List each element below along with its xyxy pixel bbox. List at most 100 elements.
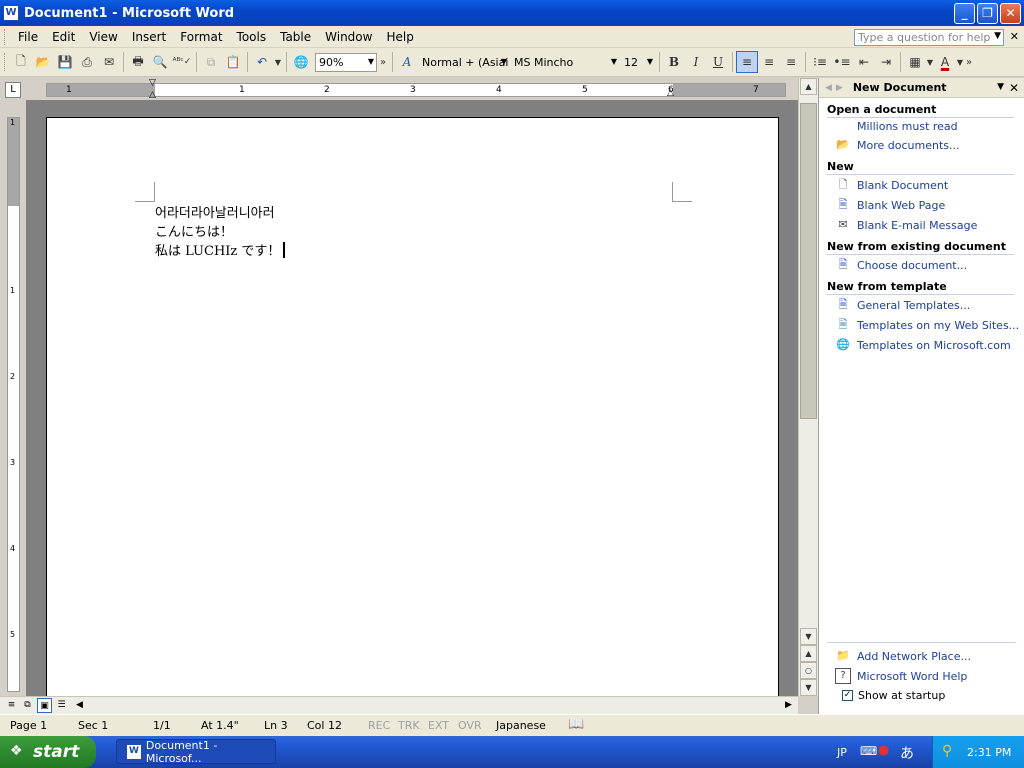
increase-indent-icon[interactable]: ⇥ [875,51,897,73]
undo-dropdown-icon[interactable]: ▼ [273,51,283,73]
blank-email-link[interactable]: ✉ Blank E-mail Message [835,215,1024,235]
italic-button[interactable]: I [685,51,707,73]
ime-input-mode[interactable]: あ [900,743,914,763]
microsoft-templates-link[interactable]: 🌐 Templates on Microsoft.com [835,335,1024,355]
menubar-grip[interactable] [4,28,7,45]
font-color-button[interactable]: A [934,51,956,73]
outline-view-icon[interactable]: ☰ [54,698,69,713]
taskbar-item-word[interactable]: W Document1 - Microsof... [116,739,276,765]
copy-icon[interactable]: ⧉ [200,51,222,73]
menu-file[interactable]: File [11,30,45,44]
web-site-templates-link[interactable]: 🗎 Templates on my Web Sites... [835,315,1024,335]
menu-insert[interactable]: Insert [125,30,173,44]
decrease-indent-icon[interactable]: ⇤ [853,51,875,73]
print-icon[interactable]: 🖶 [127,51,149,73]
recent-document-link[interactable]: Millions must read [835,118,1024,135]
undo-icon[interactable]: ↶ [251,51,273,73]
close-button[interactable]: ✕ [1000,3,1021,24]
close-document-button[interactable]: ✕ [1010,30,1019,43]
scroll-left-icon[interactable]: ◀ [72,698,87,713]
document-body[interactable]: 어라더라아날러니아러 こんにちは！ 私は LUCHIz です！ [155,204,286,261]
align-center-icon[interactable]: ≡ [758,51,780,73]
menu-edit[interactable]: Edit [45,30,82,44]
blank-document-link[interactable]: 🗋 Blank Document [835,175,1024,195]
menu-format[interactable]: Format [173,30,229,44]
font-color-dropdown-icon[interactable]: ▼ [956,51,964,73]
menu-help[interactable]: Help [379,30,420,44]
status-rec[interactable]: REC [368,719,390,732]
menu-tools[interactable]: Tools [230,30,274,44]
scroll-right-icon[interactable]: ▶ [781,698,796,713]
status-language[interactable]: Japanese [496,719,546,732]
horizontal-ruler[interactable]: 1 1 2 3 4 5 6 7 ▽ △ △ [46,78,786,100]
blank-web-page-link[interactable]: 🗎 Blank Web Page [835,195,1024,215]
search-icon[interactable]: ⚲ [942,743,952,759]
print-layout-view-icon[interactable]: ▣ [37,698,52,713]
new-document-icon[interactable]: 🗋 [10,51,32,73]
back-arrow-icon[interactable]: ◀ [825,83,832,93]
toolbar-options-icon[interactable]: » [377,51,389,73]
next-page-icon[interactable]: ▼ [800,679,817,696]
previous-page-icon[interactable]: ▲ [800,645,817,662]
add-network-place-link[interactable]: 📁 Add Network Place... [835,646,1016,666]
normal-view-icon[interactable]: ≡ [4,698,19,713]
close-icon[interactable]: ✕ [1009,81,1019,95]
status-ext[interactable]: EXT [428,719,449,732]
horizontal-scrollbar[interactable]: ≡ ⧉ ▣ ☰ ◀ ▶ [0,696,798,714]
align-right-icon[interactable]: ≡ [780,51,802,73]
vertical-scrollbar[interactable]: ▲ ▼ ▲ ○ ▼ [798,78,818,696]
status-ovr[interactable]: OVR [458,719,482,732]
forward-arrow-icon[interactable]: ▶ [836,83,843,93]
menu-window[interactable]: Window [318,30,379,44]
word-help-link[interactable]: ? Microsoft Word Help [835,666,1016,686]
left-indent-marker[interactable]: △ [149,90,156,100]
show-at-startup-checkbox[interactable]: ✓ Show at startup [842,686,1016,704]
checkbox-checked-icon[interactable]: ✓ [842,689,853,701]
toolbar-options-icon[interactable]: » [964,51,974,73]
chevron-down-icon[interactable]: ▼ [997,82,1004,92]
align-left-icon[interactable]: ≡ [736,51,758,73]
scrollbar-thumb[interactable] [800,103,817,419]
spelling-icon[interactable]: ᴬᴮᶜ✓ [171,51,193,73]
vertical-ruler[interactable]: 1 1 2 3 4 5 [7,117,20,692]
document-page[interactable]: 어라더라아날러니아러 こんにちは！ 私は LUCHIz です！ [46,117,779,696]
zoom-select[interactable]: 90% ▼ [315,52,377,72]
restore-button[interactable]: ❐ [977,3,998,24]
ime-tool-icon[interactable]: ● [878,743,889,758]
language-indicator[interactable]: JP [837,746,847,759]
borders-icon[interactable]: ▦ [904,51,926,73]
open-folder-icon[interactable]: 📂 [32,51,54,73]
borders-dropdown-icon[interactable]: ▼ [926,51,934,73]
select-browse-object-icon[interactable]: ○ [800,662,817,679]
status-trk[interactable]: TRK [398,719,420,732]
bullets-icon[interactable]: •≡ [831,51,853,73]
right-indent-marker[interactable]: △ [667,88,674,98]
web-toolbar-icon[interactable]: 🌐 [290,51,312,73]
scroll-up-icon[interactable]: ▲ [800,78,817,95]
paste-icon[interactable]: 📋 [222,51,244,73]
help-search-input[interactable]: Type a question for help ▼ [854,29,1004,46]
general-templates-link[interactable]: 🗎 General Templates... [835,295,1024,315]
first-line-indent-marker[interactable]: ▽ [149,78,156,88]
underline-button[interactable]: U [707,51,729,73]
minimize-button[interactable]: _ [954,3,975,24]
font-size-select[interactable]: 12 ▼ [620,53,656,72]
bold-button[interactable]: B [663,51,685,73]
more-documents-link[interactable]: 📂 More documents... [835,135,1024,155]
clock[interactable]: 2:31 PM [967,746,1011,759]
chevron-down-icon[interactable]: ▼ [994,31,1001,41]
style-select[interactable]: Normal + (Asiai ▼ [418,53,510,72]
web-layout-view-icon[interactable]: ⧉ [20,698,35,713]
font-select[interactable]: MS Mincho ▼ [510,53,620,72]
tab-selector[interactable]: L [5,82,21,98]
choose-document-link[interactable]: 🗎 Choose document... [835,255,1024,275]
email-icon[interactable]: ✉ [98,51,120,73]
scroll-down-icon[interactable]: ▼ [800,628,817,645]
save-icon[interactable]: 💾 [54,51,76,73]
menu-view[interactable]: View [82,30,124,44]
menu-table[interactable]: Table [273,30,318,44]
start-button[interactable]: ❖ start [0,736,96,768]
word-app-icon[interactable]: W [3,5,19,21]
spelling-status-icon[interactable]: 📖 [568,717,584,732]
styles-formatting-icon[interactable]: A [396,51,418,73]
